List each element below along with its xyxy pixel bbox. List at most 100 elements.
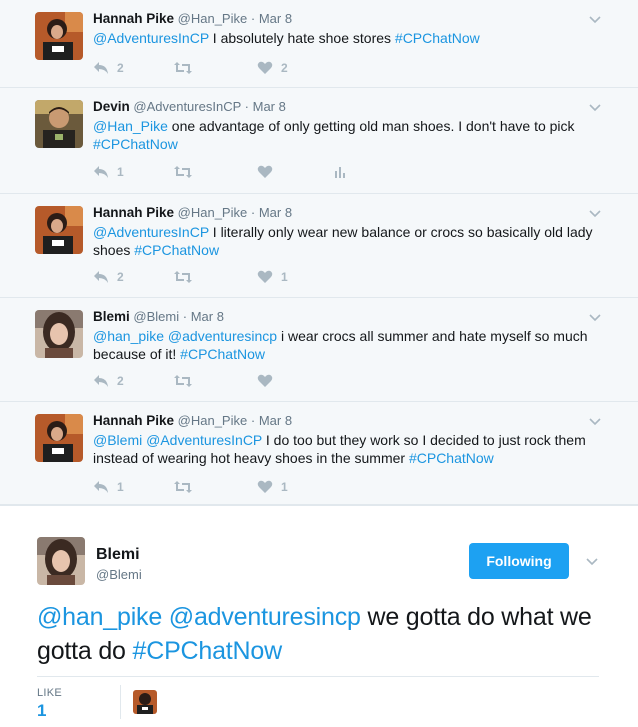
author-avatar[interactable] <box>35 206 83 254</box>
separator: · <box>182 309 188 324</box>
thread-tweet[interactable]: Hannah Pike @Han_Pike · Mar 8 @Adventures… <box>0 0 638 88</box>
reply-button[interactable]: 2 <box>93 267 124 287</box>
main-author-name[interactable]: Blemi <box>96 546 140 564</box>
tweet-header: Hannah Pike @Han_Pike · Mar 8 <box>93 205 292 220</box>
author-handle[interactable]: @Blemi <box>133 309 179 324</box>
timestamp[interactable]: Mar 8 <box>259 413 292 428</box>
like-button[interactable]: 2 <box>257 58 288 78</box>
timestamp[interactable]: Mar 8 <box>253 99 286 114</box>
hashtag-link[interactable]: #CPChatNow <box>395 30 480 46</box>
retweet-button[interactable] <box>173 477 201 497</box>
analytics-button[interactable] <box>333 162 347 182</box>
timestamp[interactable]: Mar 8 <box>191 309 224 324</box>
chevron-down-icon[interactable] <box>588 100 602 114</box>
thread-tweet[interactable]: Hannah Pike @Han_Pike · Mar 8 @Adventures… <box>0 194 638 298</box>
mention-link[interactable]: @Blemi @AdventuresInCP <box>93 432 262 448</box>
hashtag-link[interactable]: #CPChatNow <box>409 450 494 466</box>
thread-tweet[interactable]: Blemi @Blemi · Mar 8 @han_pike @adventure… <box>0 298 638 402</box>
retweet-icon <box>173 480 193 494</box>
mention-link[interactable]: @han_pike @adventuresincp <box>37 603 361 631</box>
tweet-actions: 21 <box>93 267 393 287</box>
tweet-text: @Blemi @AdventuresInCP I do too but they… <box>93 431 613 467</box>
mention-link[interactable]: @AdventuresInCP <box>93 30 209 46</box>
timestamp[interactable]: Mar 8 <box>259 11 292 26</box>
author-name[interactable]: Devin <box>93 99 130 114</box>
main-author-handle[interactable]: @Blemi <box>96 567 142 582</box>
retweet-icon <box>173 374 193 388</box>
reply-count: 2 <box>117 61 124 75</box>
reply-button[interactable]: 2 <box>93 371 124 391</box>
tweet-actions: 11 <box>93 477 393 497</box>
author-avatar[interactable] <box>35 12 83 60</box>
reply-count: 1 <box>117 165 124 179</box>
author-name[interactable]: Blemi <box>93 309 130 324</box>
thread-tweet[interactable]: Devin @AdventuresInCP · Mar 8 @Han_Pike o… <box>0 88 638 194</box>
author-name[interactable]: Hannah Pike <box>93 413 174 428</box>
tweet-header: Hannah Pike @Han_Pike · Mar 8 <box>93 11 292 26</box>
tweet-text: @Han_Pike one advantage of only getting … <box>93 117 613 153</box>
author-avatar[interactable] <box>35 310 83 358</box>
chevron-down-icon[interactable] <box>588 206 602 220</box>
heart-icon <box>257 270 273 284</box>
reply-count: 2 <box>117 270 124 284</box>
thread-tweet[interactable]: Hannah Pike @Han_Pike · Mar 8 @Blemi @Adv… <box>0 402 638 505</box>
reply-button[interactable]: 1 <box>93 477 124 497</box>
reply-icon <box>93 270 109 284</box>
timestamp[interactable]: Mar 8 <box>259 205 292 220</box>
like-count: 2 <box>281 61 288 75</box>
retweet-button[interactable] <box>173 371 201 391</box>
chevron-down-icon[interactable] <box>588 12 602 26</box>
like-button[interactable]: 1 <box>257 267 288 287</box>
tweet-actions: 1 <box>93 162 393 182</box>
tweet-text: @AdventuresInCP I literally only wear ne… <box>93 223 613 259</box>
conversation-thread: Hannah Pike @Han_Pike · Mar 8 @Adventures… <box>0 0 638 505</box>
tweet-body: one advantage of only getting old man sh… <box>167 118 575 134</box>
reply-button[interactable]: 1 <box>93 162 124 182</box>
likes-count[interactable]: 1 <box>37 701 46 721</box>
reply-icon <box>93 374 109 388</box>
heart-icon <box>257 165 273 179</box>
hashtag-link[interactable]: #CPChatNow <box>180 346 265 362</box>
like-button[interactable] <box>257 162 281 182</box>
tweet-actions: 22 <box>93 58 393 78</box>
separator: · <box>250 11 256 26</box>
following-button[interactable]: Following <box>469 543 569 579</box>
author-handle[interactable]: @AdventuresInCP <box>133 99 241 114</box>
author-avatar[interactable] <box>35 100 83 148</box>
like-button[interactable]: 1 <box>257 477 288 497</box>
like-button[interactable] <box>257 371 281 391</box>
likes-label: LIKE <box>37 687 63 699</box>
like-count: 1 <box>281 270 288 284</box>
retweet-button[interactable] <box>173 267 201 287</box>
mention-link[interactable]: @han_pike @adventuresincp <box>93 328 277 344</box>
author-avatar[interactable] <box>35 414 83 462</box>
blemi-avatar[interactable] <box>37 537 85 585</box>
tweet-header: Blemi @Blemi · Mar 8 <box>93 309 224 324</box>
reply-button[interactable]: 2 <box>93 58 124 78</box>
reply-count: 1 <box>117 480 124 494</box>
heart-icon <box>257 61 273 75</box>
author-name[interactable]: Hannah Pike <box>93 205 174 220</box>
author-name[interactable]: Hannah Pike <box>93 11 174 26</box>
separator: · <box>244 99 249 114</box>
retweet-icon <box>173 270 193 284</box>
author-handle[interactable]: @Han_Pike <box>178 413 248 428</box>
retweet-button[interactable] <box>173 162 201 182</box>
retweet-button[interactable] <box>173 58 201 78</box>
liker-avatar[interactable] <box>133 690 157 714</box>
tweet-actions: 2 <box>93 371 393 391</box>
tweet-body: I absolutely hate shoe stores <box>208 30 395 46</box>
author-handle[interactable]: @Han_Pike <box>178 11 248 26</box>
like-count: 1 <box>281 480 288 494</box>
chevron-down-icon[interactable] <box>585 554 599 568</box>
author-handle[interactable]: @Han_Pike <box>178 205 248 220</box>
chevron-down-icon[interactable] <box>588 414 602 428</box>
heart-icon <box>257 374 273 388</box>
reply-count: 2 <box>117 374 124 388</box>
mention-link[interactable]: @Han_Pike <box>93 118 168 134</box>
hashtag-link[interactable]: #CPChatNow <box>134 242 219 258</box>
chevron-down-icon[interactable] <box>588 310 602 324</box>
mention-link[interactable]: @AdventuresInCP <box>93 224 209 240</box>
hashtag-link[interactable]: #CPChatNow <box>93 136 178 152</box>
hashtag-link[interactable]: #CPChatNow <box>133 637 283 665</box>
